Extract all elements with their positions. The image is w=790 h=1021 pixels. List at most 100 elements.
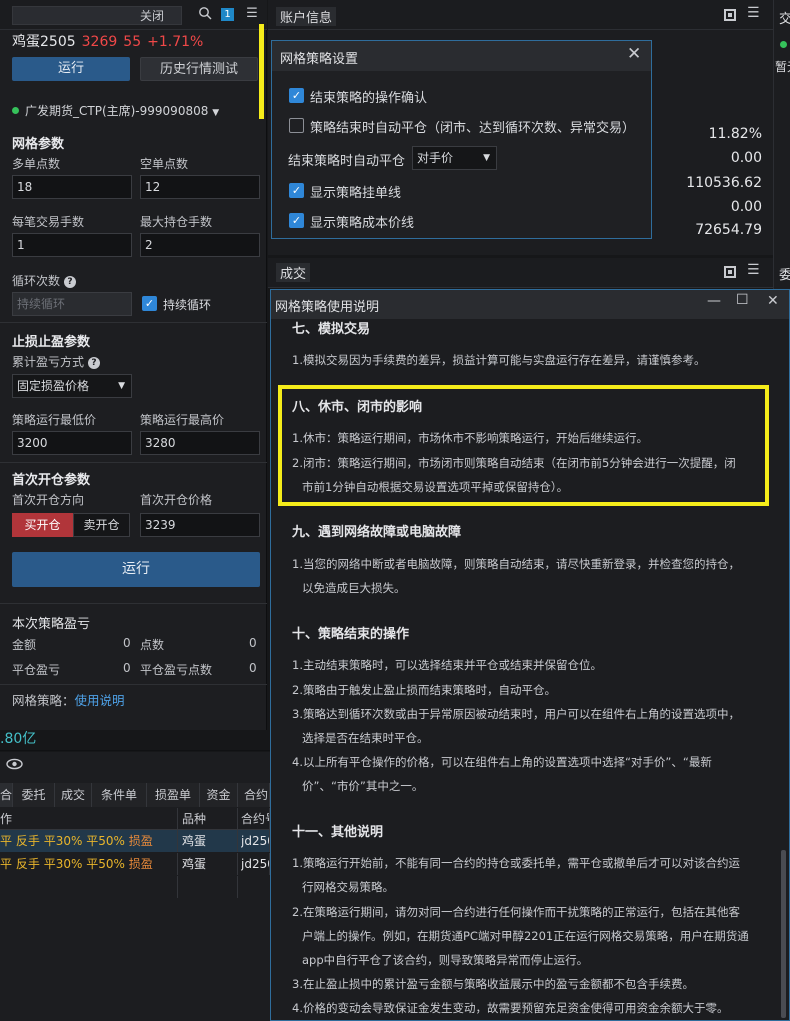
long-points-label: 多单点数 [12, 157, 61, 171]
min-price-input[interactable]: 3200 [12, 431, 132, 455]
close-points-label: 平仓盈亏点数 [140, 663, 213, 677]
open-direction-label: 首次开仓方向 [12, 493, 85, 507]
tab-trades[interactable]: 成交 [55, 783, 92, 807]
section-11-p3: 3.在止盈止损中的累计盈亏金额与策略收益展示中的盈亏金额都不包含手续费。 [292, 977, 694, 991]
tab-conditional[interactable]: 条件单 [92, 783, 147, 807]
tab-contracts[interactable]: 合约 [238, 783, 270, 807]
tab-funds[interactable]: 资金 [200, 783, 238, 807]
close-points-value: 0 [249, 661, 257, 675]
help-dialog-title: 网格策略使用说明 [275, 300, 380, 315]
section-10-p3a: 3.策略达到循环次数或由于异常原因被动结束时，用户可以在组件右上角的设置选项中， [292, 707, 740, 721]
grid-params-title: 网格参数 [12, 137, 65, 152]
help-icon[interactable]: ? [88, 357, 101, 369]
minimize-icon[interactable] [724, 266, 736, 278]
symbol-change-pct: +1.71% [147, 34, 204, 50]
usage-guide-link[interactable]: 使用说明 [75, 693, 125, 708]
section-11-p2c: app中自行平仓了该合约，则导致策略异常而停止运行。 [302, 953, 589, 967]
maximize-icon[interactable]: ☐ [736, 292, 749, 308]
stop-params-title: 止损止盈参数 [12, 335, 91, 350]
search-icon[interactable] [197, 6, 213, 22]
buy-open-button[interactable]: 买开仓 [12, 513, 73, 537]
close-button[interactable]: 关闭 [140, 7, 164, 24]
caret-down-icon: ▼ [212, 108, 220, 118]
cycles-label: 循环次数 [12, 274, 61, 288]
help-icon[interactable]: ? [64, 276, 77, 288]
cycles-label-row: 循环次数? [12, 272, 77, 289]
stop-profit-button[interactable]: 损盈 [129, 834, 153, 848]
confirm-end-label: 结束策略的操作确认 [310, 91, 428, 106]
section-10-p4a: 4.以上所有平仓操作的价格，可以在组件右上角的设置选项中选择“对手价”、“最新 [292, 755, 712, 769]
cycles-input[interactable]: 持续循环 [12, 292, 132, 316]
row-actions: 平 反手 平30% 平50% 损盈 [0, 853, 178, 875]
eye-icon[interactable] [6, 758, 23, 774]
section-7-title: 七、模拟交易 [292, 322, 371, 337]
table-row[interactable]: 平 反手 平30% 平50% 损盈 鸡蛋 jd250 [0, 830, 270, 852]
auto-close-option-label: 策略结束时自动平仓（闭市、达到循环次数、异常交易） [310, 121, 636, 136]
max-price-input[interactable]: 3280 [140, 431, 260, 455]
tab-positions[interactable]: 合 [0, 783, 13, 807]
pnl-mode-value: 固定损盈价格 [17, 379, 90, 393]
section-10-p1: 1.主动结束策略时，可以选择结束并平仓或结束并保留仓位。 [292, 658, 602, 672]
symbol-price: 3269 [81, 34, 118, 50]
run-button[interactable]: 运行 [12, 57, 130, 81]
amount-value: 0 [123, 636, 131, 650]
history-test-button[interactable]: 历史行情测试 [140, 57, 258, 81]
table-row-empty [0, 876, 270, 898]
table-row[interactable]: 平 反手 平30% 平50% 损盈 鸡蛋 jd250 [0, 853, 270, 875]
auto-close-price-select[interactable]: 对手价 ▼ [412, 146, 497, 170]
close-icon[interactable]: ✕ [627, 44, 641, 64]
tab-orders[interactable]: 委托 [13, 783, 55, 807]
show-cost-line-checkbox[interactable]: ✓ [289, 213, 304, 228]
auto-close-price-label: 结束策略时自动平仓 [288, 154, 406, 169]
show-order-line-label: 显示策略挂单线 [310, 186, 402, 201]
menu-icon[interactable]: ☰ [747, 5, 760, 21]
close-50-button[interactable]: 平50% [86, 834, 125, 848]
lots-input[interactable]: 1 [12, 233, 132, 257]
minimize-icon[interactable]: — [707, 293, 721, 309]
tab-stop-orders[interactable]: 损盈单 [147, 783, 200, 807]
long-points-input[interactable]: 18 [12, 175, 132, 199]
open-price-label: 首次开仓价格 [140, 493, 213, 507]
menu-icon[interactable]: ☰ [244, 6, 260, 22]
pnl-title: 本次策略盈亏 [12, 617, 91, 632]
close-30-button[interactable]: 平30% [44, 834, 83, 848]
annotation-highlight-box [278, 385, 769, 506]
short-points-input[interactable]: 12 [140, 175, 260, 199]
amount-label: 金额 [12, 638, 37, 652]
auto-close-checkbox[interactable] [289, 118, 304, 133]
confirm-end-checkbox[interactable]: ✓ [289, 88, 304, 103]
reverse-button[interactable]: 反手 [16, 834, 40, 848]
max-lots-label: 最大持仓手数 [140, 215, 213, 229]
account-selector[interactable]: 广发期货_CTP(主席)-999090808 ▼ [12, 102, 219, 119]
window-count-badge[interactable]: 1 [221, 8, 234, 21]
max-lots-input[interactable]: 2 [140, 233, 260, 257]
open-price-input[interactable]: 3239 [140, 513, 260, 537]
side-empty-text: 暂无 [775, 60, 790, 74]
menu-icon[interactable]: ☰ [747, 262, 760, 278]
turnover-value: .80亿 [0, 731, 37, 747]
col-contract-header: 合约号 [241, 808, 270, 830]
pnl-mode-label: 累计盈亏方式 [12, 355, 85, 369]
account-value-2: 0.00 [730, 150, 762, 166]
reverse-button[interactable]: 反手 [16, 857, 40, 871]
close-30-button[interactable]: 平30% [44, 857, 83, 871]
section-7-p1: 1.模拟交易因为手续费的差异，损益计算可能与实盘运行存在差异，请谨慎参考。 [292, 353, 706, 367]
section-9-title: 九、遇到网络故障或电脑故障 [292, 525, 462, 540]
continuous-cycle-checkbox[interactable]: ✓ [142, 296, 157, 311]
stop-profit-button[interactable]: 损盈 [129, 857, 153, 871]
strategy-settings-dialog: 网格策略设置 ✕ ✓ 结束策略的操作确认 策略结束时自动平仓（闭市、达到循环次数… [271, 40, 652, 239]
points-value: 0 [249, 636, 257, 650]
row-product: 鸡蛋 [182, 853, 238, 875]
section-10-p3b: 选择是否在结束时平仓。 [302, 731, 429, 745]
close-50-button[interactable]: 平50% [86, 857, 125, 871]
pnl-mode-select[interactable]: 固定损盈价格 ▼ [12, 374, 132, 398]
help-scrollbar[interactable] [781, 850, 786, 1018]
trade-window-header: 成交 ☰ [268, 258, 773, 288]
minimize-icon[interactable] [724, 9, 736, 21]
close-icon[interactable]: ✕ [767, 293, 779, 309]
sell-open-button[interactable]: 卖开仓 [73, 513, 130, 537]
show-order-line-checkbox[interactable]: ✓ [289, 183, 304, 198]
lots-label: 每笔交易手数 [12, 215, 85, 229]
footer-row: 网格策略：使用说明 [12, 690, 125, 709]
run-strategy-button[interactable]: 运行 [12, 552, 260, 587]
